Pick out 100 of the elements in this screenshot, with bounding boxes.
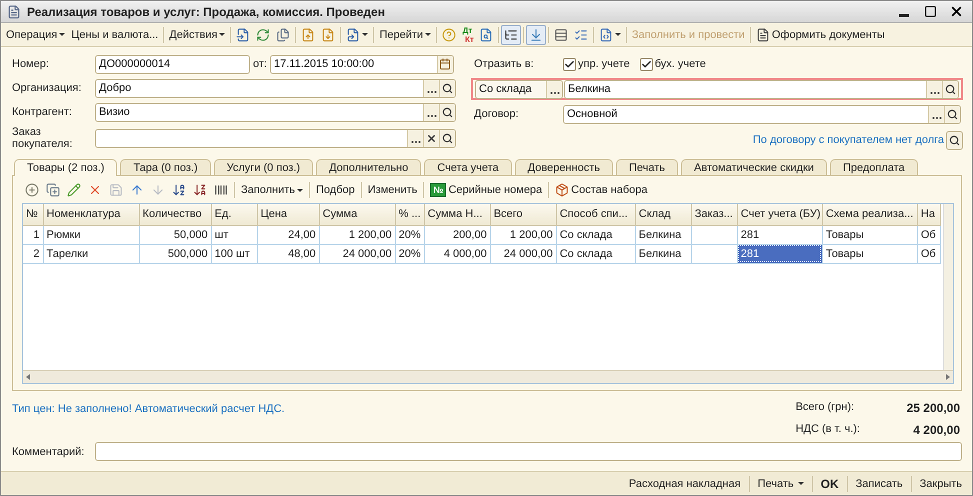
- table-cell[interactable]: 281: [737, 225, 822, 244]
- tab[interactable]: Предоплата: [830, 159, 918, 175]
- debt-link[interactable]: По договору с покупателем нет долга: [752, 134, 944, 146]
- arrow-down-line-button[interactable]: [526, 24, 546, 44]
- tab[interactable]: Печать: [616, 159, 678, 175]
- table-cell[interactable]: Товары: [822, 244, 918, 263]
- menu-button[interactable]: Печать: [754, 478, 808, 490]
- table-cell[interactable]: 24,00: [257, 225, 320, 244]
- column-header[interactable]: Номенклатура: [43, 204, 140, 225]
- table-cell[interactable]: 500,000: [139, 244, 212, 263]
- text-input[interactable]: 17.11.2015 10:00:00: [270, 56, 437, 72]
- selected-cell[interactable]: 281: [737, 244, 822, 263]
- table-cell[interactable]: Товары: [822, 225, 918, 244]
- search-button[interactable]: [439, 80, 455, 96]
- text-input[interactable]: ДО000000014: [96, 56, 249, 72]
- select-button[interactable]: [423, 104, 439, 120]
- write-off-mode-field[interactable]: Со склада: [475, 80, 563, 98]
- select-button[interactable]: [926, 80, 942, 98]
- tab[interactable]: Автоматические скидки: [681, 159, 827, 175]
- tab[interactable]: Услуги (0 поз.): [214, 159, 314, 175]
- column-header[interactable]: Количество: [139, 204, 212, 225]
- column-header[interactable]: Цена: [257, 204, 320, 225]
- menu-button[interactable]: Операция: [3, 24, 68, 44]
- search-button[interactable]: [439, 130, 455, 146]
- organization-field[interactable]: Добро: [95, 78, 456, 98]
- table-cell[interactable]: 100 шт: [211, 244, 258, 263]
- table-cell[interactable]: Тарелки: [43, 244, 140, 263]
- counterparty-field[interactable]: Визио: [95, 102, 456, 122]
- clear-button[interactable]: [423, 130, 439, 146]
- warehouse-field[interactable]: Белкина: [564, 80, 959, 98]
- table-cell[interactable]: Рюмки: [43, 225, 140, 244]
- column-header[interactable]: Ед.: [211, 204, 258, 225]
- horizontal-scrollbar[interactable]: [23, 370, 953, 383]
- footer-button[interactable]: Закрыть: [916, 478, 966, 490]
- date-field[interactable]: 17.11.2015 10:00:00: [270, 54, 454, 74]
- tab[interactable]: Товары (2 поз.): [14, 159, 118, 176]
- text-input[interactable]: Добро: [96, 80, 423, 96]
- text-input[interactable]: Со склада: [476, 80, 546, 98]
- text-input[interactable]: Белкина: [565, 80, 926, 98]
- accounting-entries-button[interactable]: Дт Кт: [459, 26, 476, 44]
- toolbar-button[interactable]: Цены и валюта...: [68, 24, 162, 44]
- column-header[interactable]: Способ спи...: [556, 204, 636, 225]
- select-button[interactable]: [546, 80, 562, 98]
- toolbar-button[interactable]: № Серийные номера: [427, 180, 546, 200]
- table-cell[interactable]: 4 000,00: [424, 244, 490, 263]
- table-cell[interactable]: [691, 244, 738, 263]
- select-button[interactable]: [407, 130, 423, 146]
- table-cell[interactable]: 50,000: [139, 225, 212, 244]
- search-button[interactable]: [439, 104, 455, 120]
- vertical-scrollbar[interactable]: [943, 204, 953, 370]
- column-header[interactable]: Всего: [490, 204, 556, 225]
- order-field[interactable]: [95, 128, 456, 148]
- table-cell[interactable]: 20%: [395, 225, 424, 244]
- checkbox[interactable]: бух. учете: [640, 58, 706, 70]
- tab[interactable]: Дополнительно: [316, 159, 422, 175]
- toolbar-button[interactable]: Подбор: [313, 180, 358, 200]
- menu-button[interactable]: Действия: [166, 24, 228, 44]
- footer-button[interactable]: Записать: [852, 478, 907, 490]
- list-tree-button[interactable]: [500, 24, 521, 44]
- contract-field[interactable]: Основной: [563, 104, 961, 124]
- tab[interactable]: Тара (0 поз.): [120, 159, 211, 175]
- column-header[interactable]: Сумма: [319, 204, 396, 225]
- text-input[interactable]: Визио: [96, 104, 423, 120]
- column-header[interactable]: №: [23, 204, 43, 225]
- table-cell[interactable]: Белкина: [635, 225, 692, 244]
- column-header[interactable]: Склад: [635, 204, 692, 225]
- tab[interactable]: Доверенность: [514, 159, 613, 175]
- column-header[interactable]: Счет учета (БУ): [737, 204, 822, 225]
- table-cell[interactable]: 24 000,00: [319, 244, 396, 263]
- menu-button[interactable]: Перейти: [376, 24, 434, 44]
- checkbox[interactable]: упр. учете: [563, 58, 630, 70]
- table-cell[interactable]: 1 200,00: [490, 225, 556, 244]
- select-button[interactable]: [423, 80, 439, 96]
- table-cell[interactable]: 20%: [395, 244, 424, 263]
- column-header[interactable]: Схема реализа...: [822, 204, 918, 225]
- toolbar-button[interactable]: Изменить: [364, 180, 420, 200]
- column-header[interactable]: Заказ...: [691, 204, 738, 225]
- search-button[interactable]: [942, 80, 958, 98]
- footer-button[interactable]: OK: [816, 476, 843, 490]
- table-cell[interactable]: шт: [211, 225, 258, 244]
- table-cell[interactable]: 1 200,00: [319, 225, 396, 244]
- table-cell[interactable]: Об: [917, 244, 940, 263]
- table-cell[interactable]: Со склада: [556, 225, 636, 244]
- toolbar-button[interactable]: Оформить документы: [752, 24, 888, 44]
- tab[interactable]: Счета учета: [424, 159, 512, 175]
- table-cell[interactable]: Белкина: [635, 244, 692, 263]
- column-header[interactable]: % ...: [395, 204, 424, 225]
- column-header[interactable]: На: [917, 204, 940, 225]
- toolbar-button[interactable]: Состав набора: [552, 180, 651, 200]
- table-cell[interactable]: 200,00: [424, 225, 490, 244]
- table-cell[interactable]: 48,00: [257, 244, 320, 263]
- search-button[interactable]: [944, 106, 960, 122]
- table-cell[interactable]: 2: [23, 244, 43, 263]
- table-cell[interactable]: Со склада: [556, 244, 636, 263]
- table-cell[interactable]: [691, 225, 738, 244]
- search-button[interactable]: [946, 130, 963, 150]
- calendar-button[interactable]: [436, 56, 453, 72]
- select-button[interactable]: [928, 106, 944, 122]
- table-cell[interactable]: 1: [23, 225, 43, 244]
- price-type-link[interactable]: Тип цен: Не заполнено! Автоматический расчет НДС.: [12, 403, 285, 437]
